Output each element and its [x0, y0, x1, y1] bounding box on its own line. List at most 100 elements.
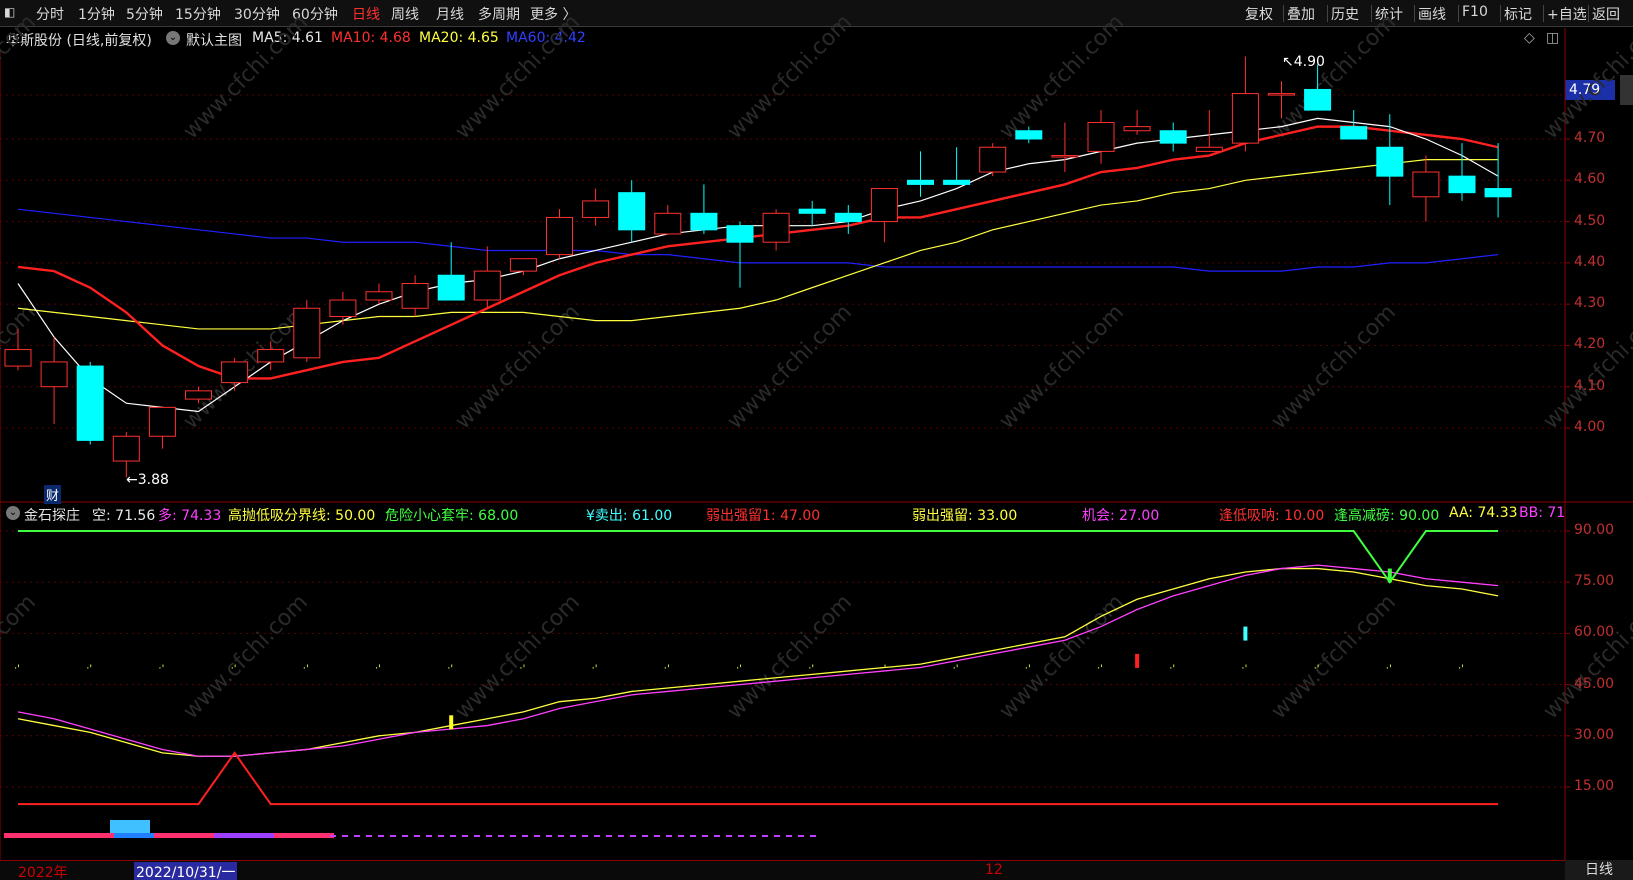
- signal-bar: [1387, 568, 1392, 583]
- main-scrollbar[interactable]: [1620, 75, 1633, 105]
- signal-dot: ·': [953, 664, 959, 675]
- chart-area[interactable]: www.cfchi.com www.cfchi.com www.cfchi.com w…: [0, 0, 1633, 880]
- toolbar-separator: [1414, 5, 1415, 22]
- watermark-text: www.cfchi.com: [1267, 300, 1401, 434]
- watermark-text: www.cfchi.com: [451, 590, 585, 724]
- stock-title[interactable]: 华斯股份 (日线,前复权): [6, 30, 152, 50]
- toolbar-action-5[interactable]: F10: [1462, 4, 1488, 20]
- candle-body: [76, 365, 104, 441]
- toolbar-period-10[interactable]: 更多 〉: [530, 4, 576, 24]
- panel-toggle-icon[interactable]: ◫: [1546, 30, 1559, 46]
- watermark-text: www.cfchi.com: [995, 590, 1129, 724]
- candle-body: [1195, 146, 1223, 152]
- candle-body: [979, 146, 1007, 173]
- volume-strip-block: [110, 820, 150, 833]
- period-indicator[interactable]: 日线: [1565, 860, 1633, 880]
- toolbar-period-7[interactable]: 周线: [391, 4, 419, 24]
- main-y-tick-label: 4.60: [1574, 171, 1606, 188]
- signal-dot: ·': [1314, 664, 1320, 675]
- toolbar-period-1[interactable]: 1分钟: [78, 4, 115, 24]
- candle-body: [907, 179, 934, 185]
- toolbar-period-6[interactable]: 日线: [352, 4, 380, 24]
- volume-strip: [4, 833, 114, 838]
- main-chart-header: 华斯股份 (日线,前复权) ⌄ 默认主图 MA5: 4.61 MA10: 4.6…: [0, 28, 1565, 50]
- indicator-dropdown-icon[interactable]: ⌄: [6, 506, 20, 520]
- watermark-text: www.cfchi.com: [995, 300, 1129, 434]
- low-price-marker: ←3.88: [126, 472, 169, 488]
- toolbar-separator: [1283, 5, 1284, 22]
- watermark-text: www.cfchi.com: [1539, 300, 1633, 434]
- aa-label: AA: 74.33: [1449, 505, 1518, 521]
- duo-label: 多: 74.33: [158, 508, 222, 524]
- signal-bar: [449, 715, 454, 730]
- candle-body: [40, 361, 68, 388]
- signal-dot: ·': [1386, 664, 1392, 675]
- toolbar-period-3[interactable]: 15分钟: [175, 4, 221, 24]
- sell-high-label: 逢高减磅: 90.00: [1334, 508, 1440, 524]
- volume-strip: [214, 833, 274, 838]
- signal-dot: ·': [14, 664, 20, 675]
- ma10-line: [17, 125, 1499, 380]
- toolbar-period-2[interactable]: 5分钟: [126, 4, 163, 24]
- candle-body: [293, 307, 321, 359]
- toolbar-period-8[interactable]: 月线: [436, 4, 464, 24]
- candle-body: [943, 179, 971, 185]
- signal-dot: ·': [231, 664, 237, 675]
- toolbar-action-8[interactable]: 返回: [1592, 4, 1620, 24]
- weak-strong-1-label: 弱出强留1: 47.00: [706, 508, 821, 524]
- candle-body: [4, 349, 32, 367]
- ma5-label: MA5: 4.61: [252, 30, 323, 46]
- ind-y-tick-label: 15.00: [1574, 778, 1615, 794]
- bb-label: BB: 71: [1519, 505, 1565, 521]
- toolbar-action-0[interactable]: 复权: [1245, 4, 1273, 24]
- toolbar-action-2[interactable]: 历史: [1331, 4, 1359, 24]
- weak-strong-label: 弱出强留: 33.00: [912, 508, 1018, 524]
- toolbar-separator: [1458, 5, 1459, 22]
- signal-dot: ·': [375, 664, 381, 675]
- toolbar-period-0[interactable]: 分时: [36, 4, 64, 24]
- ma60-label: MA60: 4.42: [506, 30, 586, 46]
- watermark-text: www.cfchi.com: [723, 590, 857, 724]
- signal-dot: ·': [1241, 664, 1247, 675]
- candle-body: [726, 225, 754, 243]
- finance-marker[interactable]: 财: [44, 485, 62, 504]
- template-dropdown-icon[interactable]: ⌄: [166, 31, 180, 45]
- candle-body: [1448, 175, 1476, 194]
- toolbar-action-3[interactable]: 统计: [1375, 4, 1403, 24]
- toolbar-period-4[interactable]: 30分钟: [234, 4, 280, 24]
- cursor-date-label: 2022/10/31/一: [134, 862, 238, 880]
- candle-body: [798, 208, 826, 214]
- watermark-text: www.cfchi.com: [0, 590, 41, 724]
- candle-body: [365, 291, 393, 301]
- signal-dot: ·': [592, 664, 598, 675]
- candle-body: [1412, 171, 1440, 198]
- template-label[interactable]: 默认主图: [186, 30, 242, 50]
- watermark-text: www.cfchi.com: [723, 300, 857, 434]
- toolbar-menu-icon[interactable]: ◧: [4, 5, 15, 19]
- candle-body: [185, 390, 212, 400]
- signal-bar: [1243, 626, 1248, 641]
- candle-body: [437, 274, 465, 301]
- toolbar-action-7[interactable]: +自选: [1547, 4, 1587, 24]
- ma20-line: [17, 159, 1499, 330]
- candle-body: [582, 200, 610, 218]
- ind-series-3: [18, 530, 1499, 584]
- toolbar-separator: [1543, 5, 1544, 22]
- candle-body: [1304, 88, 1332, 111]
- toolbar-action-6[interactable]: 标记: [1504, 4, 1532, 24]
- toolbar-action-4[interactable]: 画线: [1418, 4, 1446, 24]
- diamond-icon[interactable]: ◇: [1524, 30, 1535, 46]
- toolbar-action-1[interactable]: 叠加: [1287, 4, 1315, 24]
- ma20-label: MA20: 4.65: [419, 30, 499, 46]
- toolbar-period-5[interactable]: 60分钟: [292, 4, 338, 24]
- volume-strip: [274, 833, 334, 838]
- candle-body: [473, 270, 501, 301]
- signal-dot: ·': [1458, 664, 1464, 675]
- ind-y-tick-label: 45.00: [1574, 675, 1615, 692]
- candle-body: [148, 406, 176, 437]
- high-price-marker: ↖4.90: [1282, 54, 1325, 70]
- indicator-name[interactable]: 金石探庄: [24, 505, 80, 525]
- main-y-tick-label: 4.20: [1574, 336, 1606, 353]
- candle-body: [401, 283, 429, 309]
- toolbar-period-9[interactable]: 多周期: [478, 4, 520, 24]
